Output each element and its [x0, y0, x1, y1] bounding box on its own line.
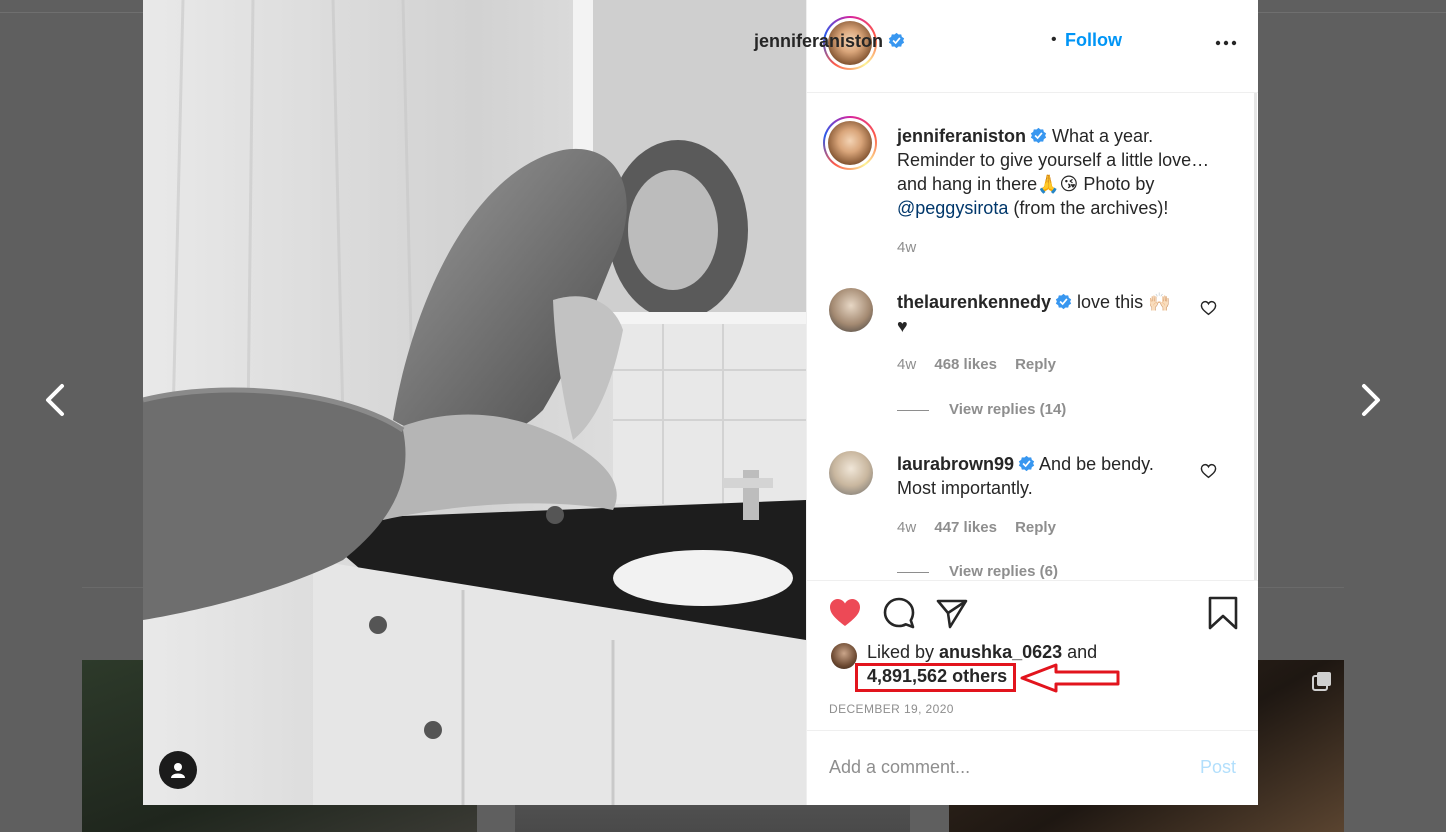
- actions-divider: [807, 580, 1258, 581]
- post-comment-button[interactable]: Post: [1200, 757, 1236, 778]
- verified-badge-icon: [888, 32, 905, 49]
- caption-author-avatar[interactable]: [823, 116, 877, 170]
- comments-scrollbar[interactable]: [1254, 93, 1257, 580]
- post-date[interactable]: DECEMBER 19, 2020: [829, 702, 954, 716]
- comment-meta: 4w 447 likes Reply: [897, 519, 1056, 536]
- chevron-right-icon[interactable]: [1356, 380, 1386, 420]
- user-tag-button[interactable]: [159, 751, 197, 789]
- verified-badge-icon: [1018, 455, 1035, 472]
- annotation-highlight-box: [855, 663, 1016, 692]
- verified-badge-icon: [1030, 127, 1047, 144]
- comment-username[interactable]: laurabrown99: [897, 454, 1014, 474]
- separator-dot: •: [1051, 31, 1057, 48]
- comments-clip: View replies (6): [897, 560, 1197, 580]
- liked-by-text: Liked by anushka_0623 and: [867, 642, 1098, 662]
- caption-text: jenniferaniston What a year. Reminder to…: [897, 126, 1210, 218]
- comment-box-divider: [807, 730, 1258, 731]
- comment-like-heart-icon[interactable]: [1200, 300, 1217, 316]
- chevron-left-icon[interactable]: [40, 380, 70, 420]
- heart-icon[interactable]: [828, 596, 862, 630]
- photo-illustration: [143, 0, 806, 805]
- caption-username[interactable]: jenniferaniston: [897, 126, 1026, 146]
- comment-text: laurabrown99 And be bendy. Most importan…: [897, 454, 1154, 498]
- comment-likes[interactable]: 468 likes: [934, 356, 997, 373]
- comment-text: thelaurenkennedy love this 🙌🏻 ♥: [897, 292, 1171, 336]
- multiple-photos-icon: [1312, 672, 1331, 691]
- comment-username[interactable]: thelaurenkennedy: [897, 292, 1051, 312]
- reply-button[interactable]: Reply: [1015, 519, 1056, 536]
- liked-by-username[interactable]: anushka_0623: [939, 642, 1062, 662]
- post-author-username[interactable]: jenniferaniston: [754, 31, 905, 52]
- post-photo[interactable]: [143, 0, 806, 805]
- verified-badge-icon: [1055, 293, 1072, 310]
- follow-button[interactable]: Follow: [1065, 30, 1122, 51]
- liked-by-avatar[interactable]: [831, 643, 857, 669]
- comment-likes[interactable]: 447 likes: [934, 519, 997, 536]
- comment-avatar[interactable]: [829, 288, 873, 332]
- mention-link[interactable]: @peggysirota: [897, 198, 1008, 218]
- user-tag-icon: [171, 763, 185, 778]
- comment-like-heart-icon[interactable]: [1200, 463, 1217, 479]
- view-replies-button[interactable]: View replies (14): [897, 401, 1066, 418]
- comment-meta: 4w 468 likes Reply: [897, 356, 1056, 373]
- add-comment-input[interactable]: Add a comment...: [829, 757, 970, 778]
- more-options-icon[interactable]: [1214, 36, 1238, 50]
- bookmark-icon[interactable]: [1206, 596, 1240, 630]
- reply-button[interactable]: Reply: [1015, 356, 1056, 373]
- annotation-arrow: [1020, 663, 1120, 693]
- comment-icon[interactable]: [882, 596, 916, 630]
- caption-timestamp[interactable]: 4w: [897, 239, 916, 256]
- view-replies-button[interactable]: View replies (6): [897, 563, 1058, 580]
- comment-time[interactable]: 4w: [897, 519, 916, 536]
- comment-time[interactable]: 4w: [897, 356, 916, 373]
- header-divider: [807, 92, 1258, 93]
- comment-avatar[interactable]: [829, 451, 873, 495]
- share-icon[interactable]: [935, 596, 969, 630]
